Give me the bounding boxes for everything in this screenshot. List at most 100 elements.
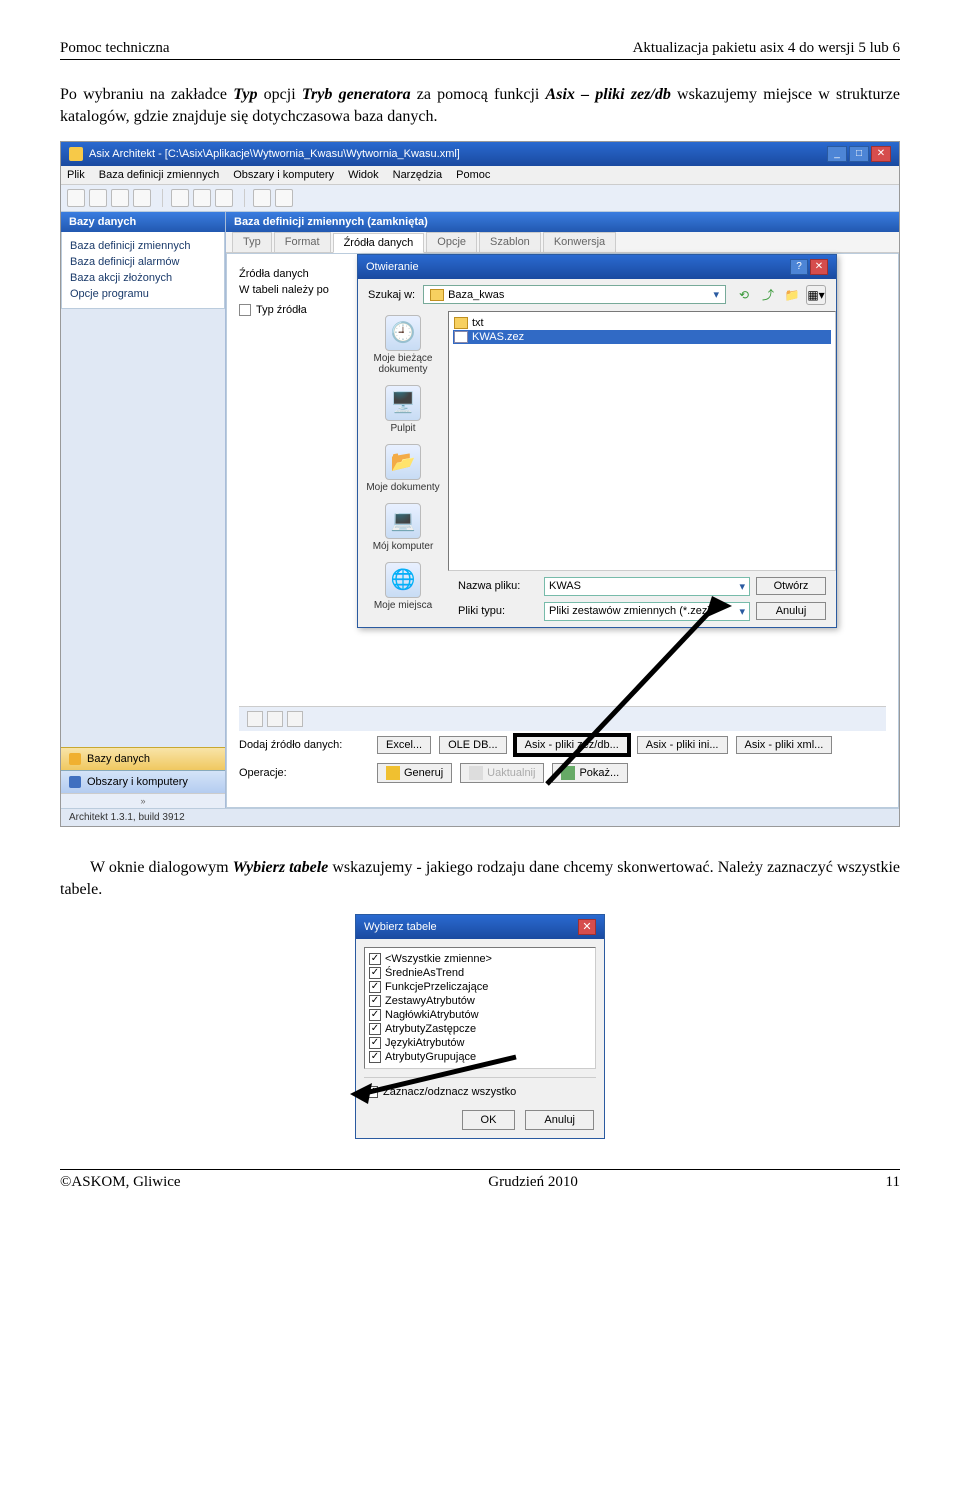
toolbar-icon[interactable] [253,189,271,207]
refresh-icon [469,766,483,780]
paragraph-1: Po wybraniu na zakładce Typ opcji Tryb g… [60,84,900,129]
page-header: Pomoc techniczna Aktualizacja pakietu as… [60,40,900,60]
filename-input[interactable]: KWAS▾ [544,577,750,596]
checkbox[interactable] [239,304,251,316]
checkbox[interactable]: ✓ [369,1023,381,1035]
toolbar-icon[interactable] [171,189,189,207]
dialog-title: Otwieranie [366,261,419,273]
up-icon[interactable]: ⤴ [758,285,778,305]
views-icon[interactable]: ▦▾ [806,285,826,305]
checkbox[interactable]: ✓ [369,995,381,1007]
sidebar-item[interactable]: Baza definicji alarmów [70,254,216,270]
maximize-button[interactable]: □ [849,146,869,162]
file-icon [454,331,468,343]
toolbar-icon[interactable] [215,189,233,207]
toolbar-icon[interactable] [111,189,129,207]
checkall-row[interactable]: ✓ Zaznacz/odznacz wszystko [356,1082,604,1102]
btn-uaktualnij: Uaktualnij [460,763,544,783]
checkbox[interactable]: ✓ [369,953,381,965]
toolbar-icon[interactable] [133,189,151,207]
computers-icon [69,776,81,788]
tab-format[interactable]: Format [274,232,331,252]
btn-asix-zezdb[interactable]: Asix - pliki zez/db... [515,735,629,755]
dialog2-close-button[interactable]: ✕ [578,919,596,935]
show-icon [561,766,575,780]
cancel-button[interactable]: Anuluj [756,602,826,620]
toolbar [61,185,899,212]
list-item[interactable]: ✓NagłówkiAtrybutów [369,1008,591,1022]
list-item[interactable]: ✓ŚrednieAsTrend [369,966,591,980]
minimize-button[interactable]: _ [827,146,847,162]
dialog2-title: Wybierz tabele [364,921,437,933]
sidebar-tab-bazy[interactable]: Bazy danych [61,747,225,770]
chevron-down-icon: ▾ [713,288,719,301]
column-header: Typ źródła [256,304,307,316]
app-icon [69,147,83,161]
panel-title: Baza definicji zmiennych (zamknięta) [226,212,899,232]
help-button[interactable]: ? [790,259,808,275]
btn-asix-xml[interactable]: Asix - pliki xml... [736,736,833,754]
menu-baza[interactable]: Baza definicji zmiennych [99,169,219,181]
file-open-dialog: Otwieranie ? ✕ Szukaj w: Baza_kwas ▾ [357,254,837,628]
sidebar-item[interactable]: Baza akcji złożonych [70,270,216,286]
btn-generuj[interactable]: Generuj [377,763,452,783]
place-computer[interactable]: 💻Mój komputer [373,503,434,552]
btn-oledb[interactable]: OLE DB... [439,736,507,754]
list-item[interactable]: ✓FunkcjePrzeliczające [369,980,591,994]
toolbar-icon[interactable] [275,189,293,207]
chevron-down-icon[interactable]: » [61,793,225,808]
footer-mid: Grudzień 2010 [488,1174,578,1191]
menu-widok[interactable]: Widok [348,169,379,181]
checkbox[interactable]: ✓ [369,1037,381,1049]
footer-left: ©ASKOM, Gliwice [60,1174,181,1191]
list-item[interactable]: ✓<Wszystkie zmienne> [369,952,591,966]
ok-button[interactable]: OK [462,1110,516,1130]
file-item-selected: KWAS.zez [453,330,831,344]
tab-konwersja[interactable]: Konwersja [543,232,616,252]
toolbar-icon[interactable] [89,189,107,207]
list-item[interactable]: ✓AtrybutyZastępcze [369,1022,591,1036]
menu-pomoc[interactable]: Pomoc [456,169,490,181]
sidebar-item[interactable]: Baza definicji zmiennych [70,238,216,254]
menu-plik[interactable]: Plik [67,169,85,181]
menu-obszary[interactable]: Obszary i komputery [233,169,334,181]
help-icon[interactable] [287,711,303,727]
back-icon[interactable]: ⟲ [734,285,754,305]
place-network[interactable]: 🌐Moje miejsca [374,562,432,611]
close-button[interactable]: ✕ [871,146,891,162]
sidebar-tab-obszary[interactable]: Obszary i komputery [61,770,225,793]
add-icon[interactable] [247,711,263,727]
checkbox[interactable]: ✓ [369,967,381,979]
open-button[interactable]: Otwórz [756,577,826,595]
place-desktop[interactable]: 🖥️Pulpit [385,385,421,434]
checkbox[interactable]: ✓ [369,1009,381,1021]
toolbar-icon[interactable] [67,189,85,207]
place-recent[interactable]: 🕘Moje bieżące dokumenty [362,315,444,375]
footer-right: 11 [886,1174,900,1191]
content-panel: Baza definicji zmiennych (zamknięta) Typ… [226,212,899,808]
place-documents[interactable]: 📂Moje dokumenty [366,444,439,493]
btn-asix-ini[interactable]: Asix - pliki ini... [637,736,728,754]
btn-pokaz[interactable]: Pokaż... [552,763,628,783]
filetype-combo[interactable]: Pliki zestawów zmiennych (*.zez)▾ [544,602,750,621]
cancel-button[interactable]: Anuluj [525,1110,594,1130]
btn-excel[interactable]: Excel... [377,736,431,754]
sidebar-item[interactable]: Opcje programu [70,286,216,302]
newfolder-icon[interactable]: 📁 [782,285,802,305]
tab-typ[interactable]: Typ [232,232,272,252]
titlebar: Asix Architekt - [C:\Asix\Aplikacje\Wytw… [61,142,899,166]
menu-narzedzia[interactable]: Narzędzia [393,169,443,181]
tab-opcje[interactable]: Opcje [426,232,477,252]
list-item[interactable]: ✓ZestawyAtrybutów [369,994,591,1008]
tab-zrodla[interactable]: Źródła danych [333,233,425,253]
checkbox[interactable]: ✓ [369,981,381,993]
toolbar-icon[interactable] [193,189,211,207]
tabs: Typ Format Źródła danych Opcje Szablon K… [226,232,899,253]
list-item[interactable]: ✓JęzykiAtrybutów [369,1036,591,1050]
tab-szablon[interactable]: Szablon [479,232,541,252]
window-title: Asix Architekt - [C:\Asix\Aplikacje\Wytw… [89,148,460,160]
dialog-close-button[interactable]: ✕ [810,259,828,275]
remove-icon[interactable] [267,711,283,727]
lookin-combo[interactable]: Baza_kwas ▾ [423,285,726,304]
file-list[interactable]: txt KWAS.zez [448,311,836,571]
